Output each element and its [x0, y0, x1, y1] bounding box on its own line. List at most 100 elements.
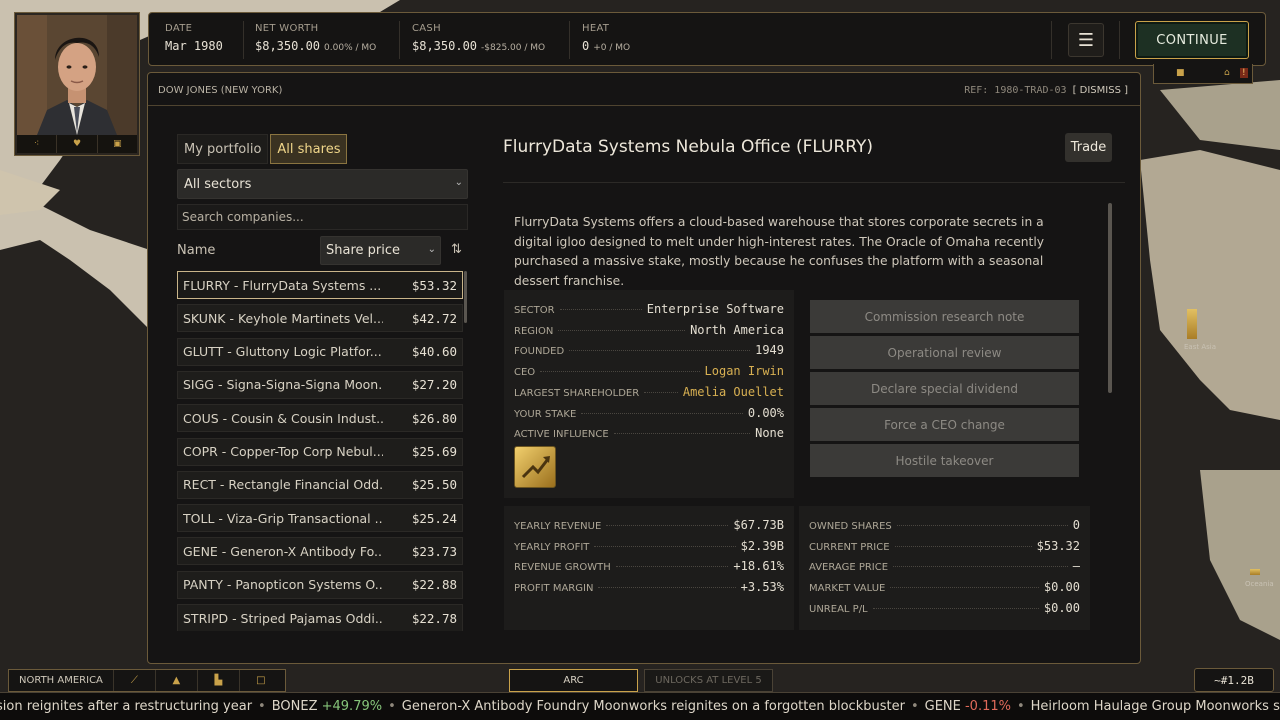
list-scrollbar[interactable] [464, 271, 467, 323]
info-label: OWNED SHARES [809, 521, 892, 532]
name-column-header[interactable]: Name [177, 243, 215, 258]
oceania-marker[interactable] [1250, 569, 1260, 575]
east-asia-marker[interactable] [1187, 309, 1197, 339]
holdings-card: OWNED SHARES 0 CURRENT PRICE $53.32 AVERAGE … [799, 506, 1090, 630]
ticker-headline: Heirloom Haulage Group Moonworks surpris… [1030, 699, 1280, 714]
ticker-change: -0.11% [964, 699, 1011, 714]
cash-value: $8,350.00 [412, 39, 478, 53]
ticker-symbol: BONEZ [271, 699, 322, 714]
heat-delta: +0 / MO [593, 43, 631, 53]
menu-button[interactable]: ☰ [1068, 23, 1104, 57]
skills-icon[interactable]: ⁖ [17, 135, 58, 153]
ticker-track: sion reignites after a restructuring yea… [0, 699, 1280, 714]
info-row: CEO Logan Irwin [514, 364, 784, 380]
briefcase-icon[interactable]: ▣ [98, 135, 137, 153]
leader-dots [606, 525, 729, 526]
info-value: $0.00 [1043, 600, 1080, 615]
stock-name: GENE - Generon-X Antibody Fo... [183, 543, 383, 559]
box-icon[interactable]: □ [240, 670, 282, 691]
stock-row[interactable]: RECT - Rectangle Financial Odd... $25.50 [177, 470, 463, 499]
share-tabs: My portfolio All shares [177, 134, 348, 164]
action-button[interactable]: Force a CEO change [810, 408, 1079, 441]
action-button[interactable]: Declare special dividend [810, 372, 1079, 405]
heat-label: HEAT [582, 23, 610, 34]
stock-price: $25.69 [411, 444, 457, 459]
news-ticker: sion reignites after a restructuring yea… [0, 692, 1280, 720]
tab-my-portfolio[interactable]: My portfolio [177, 134, 269, 164]
stock-row[interactable]: GENE - Generon-X Antibody Fo... $23.73 [177, 537, 463, 566]
info-row: MARKET VALUE $0.00 [809, 580, 1080, 596]
leader-dots [540, 371, 700, 373]
warning-icon[interactable]: ▲ [156, 670, 198, 691]
inbox-icon[interactable]: ■ [1176, 68, 1185, 78]
info-value: None [755, 426, 784, 441]
stock-row[interactable]: FLURRY - FlurryData Systems ... $53.32 [177, 271, 463, 299]
stock-row[interactable]: SIGG - Signa-Signa-Signa Moon... $27.20 [177, 370, 463, 399]
sort-select[interactable]: Share price ⌄ [320, 236, 441, 265]
tab-all-shares[interactable]: All shares [270, 134, 348, 164]
continue-button[interactable]: CONTINUE [1135, 21, 1249, 59]
sector-filter-select[interactable]: All sectors ⌄ [177, 169, 468, 199]
sort-direction-icon[interactable]: ⇅ [451, 242, 462, 257]
trade-button[interactable]: Trade [1065, 133, 1112, 162]
factory-icon[interactable]: ▙ [198, 670, 240, 691]
leader-dots [594, 545, 736, 547]
home-icon[interactable]: ⌂ [1224, 68, 1230, 78]
stock-row[interactable]: COUS - Cousin & Cousin Indust... $26.80 [177, 404, 463, 433]
info-row: YEARLY PROFIT $2.39B [514, 539, 784, 555]
info-row: YOUR STAKE 0.00% [514, 406, 784, 422]
dismiss-button[interactable]: [ DISMISS ] [1073, 85, 1128, 96]
leader-dots [559, 309, 642, 310]
map-label-oceania: Oceania [1245, 580, 1274, 588]
info-label: CURRENT PRICE [809, 541, 890, 553]
market-cap-badge: ~#1.2B [1194, 668, 1274, 692]
stock-row[interactable]: TOLL - Viza-Grip Transactional ... $25.24 [177, 504, 463, 533]
ticker-symbol: GENE [924, 699, 965, 714]
info-label: LARGEST SHAREHOLDER [514, 387, 640, 399]
region-tab[interactable]: NORTH AMERICA ⟋ ▲ ▙ □ [8, 669, 286, 692]
networth-delta: 0.00% / MO [324, 43, 377, 53]
detail-scrollbar[interactable] [1108, 203, 1112, 393]
stock-row[interactable]: GLUTT - Gluttony Logic Platfor... $40.60 [177, 337, 463, 366]
info-value: $2.39B [740, 538, 784, 553]
info-value: $0.00 [1043, 580, 1080, 595]
info-label: REVENUE GROWTH [514, 562, 611, 574]
stock-name: COUS - Cousin & Cousin Indust... [183, 410, 383, 426]
info-value: $53.32 [1036, 538, 1080, 553]
info-value: $67.73B [733, 518, 784, 532]
action-button[interactable]: Hostile takeover [810, 444, 1079, 477]
stock-row[interactable]: PANTY - Panopticon Systems O... $22.88 [177, 570, 463, 599]
arc-tab[interactable]: ARC [509, 669, 638, 692]
heart-icon[interactable]: ♥ [57, 135, 98, 153]
info-value: Enterprise Software [646, 302, 784, 316]
leader-dots [613, 433, 751, 435]
stock-name: SIGG - Signa-Signa-Signa Moon... [183, 377, 383, 393]
sort-value: Share price [326, 243, 401, 258]
panel-ref: REF: 1980-TRAD-03 [ DISMISS ] [964, 85, 1128, 96]
stock-name: COPR - Copper-Top Corp Nebul... [183, 444, 383, 459]
player-portrait[interactable]: ⁖ ♥ ▣ [14, 12, 140, 156]
region-label: NORTH AMERICA [9, 670, 114, 691]
info-label: MARKET VALUE [809, 583, 886, 595]
action-button[interactable]: Operational review [810, 336, 1079, 369]
alert-icon[interactable]: ! [1240, 68, 1248, 78]
info-value: +3.53% [740, 580, 784, 595]
stock-price: $25.50 [411, 477, 457, 493]
chart-icon[interactable]: ⟋ [114, 670, 156, 691]
leader-dots [558, 329, 686, 331]
top-status-bar: DATE Mar 1980 NET WORTH $8,350.00 0.00% /… [148, 12, 1266, 66]
stock-price: $53.32 [411, 277, 457, 293]
info-row: PROFIT MARGIN +3.53% [514, 580, 784, 596]
stock-row[interactable]: STRIPD - Striped Pajamas Oddi... $22.78 [177, 604, 463, 631]
leader-dots [598, 587, 736, 589]
stock-row[interactable]: SKUNK - Keyhole Martinets Vel... $42.72 [177, 304, 463, 333]
info-value: 0 [1072, 518, 1080, 532]
info-row: CURRENT PRICE $53.32 [809, 539, 1080, 555]
ticker-separator: • [1016, 699, 1025, 714]
stock-row[interactable]: COPR - Copper-Top Corp Nebul... $25.69 [177, 437, 463, 466]
company-search-input[interactable] [177, 204, 468, 230]
action-button[interactable]: Commission research note [810, 300, 1079, 333]
stock-price: $40.60 [411, 344, 457, 360]
chevron-down-icon: ⌄ [427, 244, 436, 255]
info-row: ACTIVE INFLUENCE None [514, 426, 784, 442]
